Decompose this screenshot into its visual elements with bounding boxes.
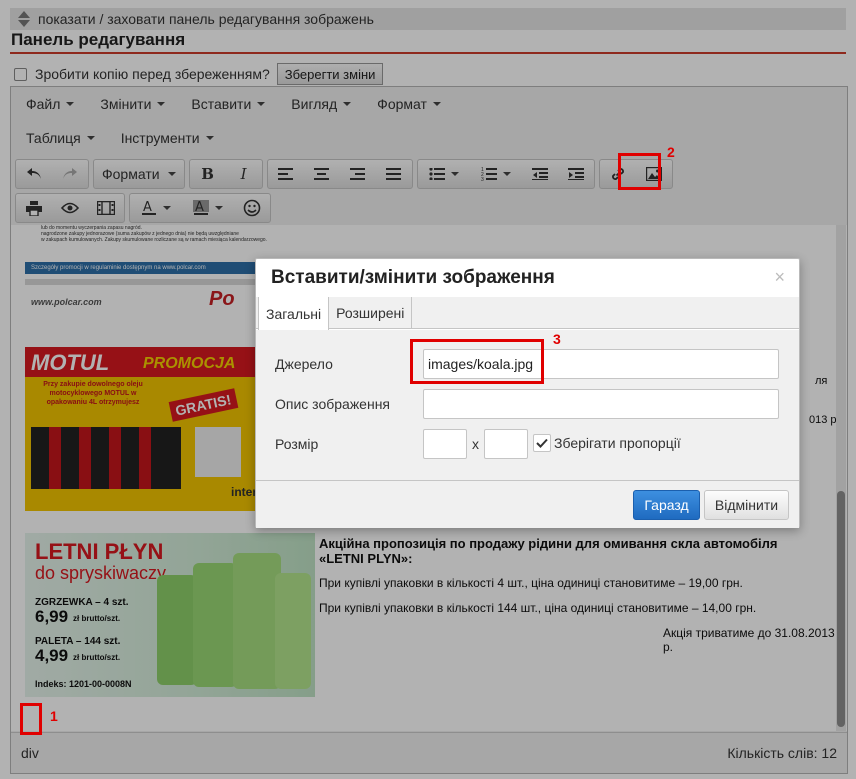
keep-proportions-label: Зберігати пропорції: [554, 435, 681, 451]
annotation-box-2: [618, 153, 661, 190]
height-input[interactable]: [484, 429, 528, 459]
description-input[interactable]: [423, 389, 779, 419]
dialog-footer: Гаразд Відмінити: [256, 480, 799, 528]
checkmark-icon: [536, 438, 548, 448]
annotation-number-2: 2: [667, 144, 675, 160]
size-separator: x: [472, 436, 479, 452]
close-icon[interactable]: ×: [774, 267, 785, 288]
description-label: Опис зображення: [275, 396, 391, 412]
width-input[interactable]: [423, 429, 467, 459]
tab-general[interactable]: Загальні: [258, 297, 330, 330]
ok-button[interactable]: Гаразд: [633, 490, 700, 520]
keep-proportions-checkbox[interactable]: [533, 434, 551, 452]
annotation-box-1: [20, 703, 42, 735]
cancel-button[interactable]: Відмінити: [704, 490, 789, 520]
insert-image-dialog: Вставити/змінити зображення × Загальні Р…: [255, 258, 800, 528]
annotation-number-3: 3: [553, 331, 561, 347]
dialog-title: Вставити/змінити зображення: [271, 267, 555, 288]
size-label: Розмір: [275, 436, 319, 452]
annotation-number-1: 1: [50, 708, 58, 724]
dialog-tabs: Загальні Розширені: [256, 297, 799, 330]
tab-advanced[interactable]: Розширені: [329, 297, 413, 329]
annotation-box-3: [410, 339, 544, 384]
source-label: Джерело: [275, 356, 333, 372]
